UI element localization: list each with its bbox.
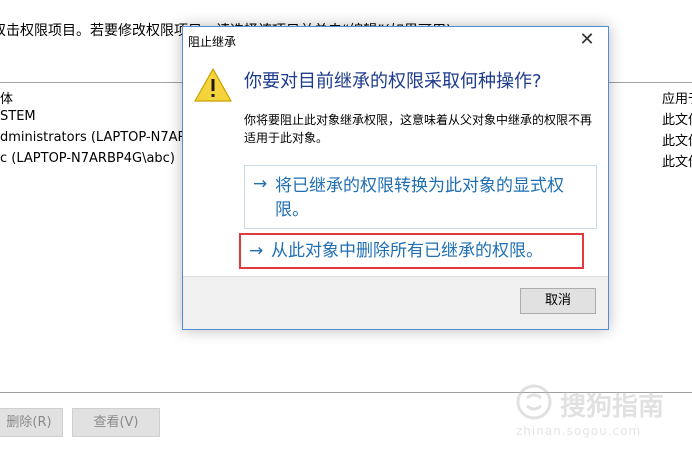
watermark-url: zhinan.sogou.com [516, 424, 642, 438]
permission-row[interactable]: c (LAPTOP-N7ARBP4G\abc) [0, 151, 175, 166]
permission-row[interactable]: STEM [0, 109, 36, 124]
close-icon[interactable]: ✕ [576, 29, 598, 51]
content-text: 你将要阻止此对象继承权限，这意味着从父对象中继承的权限不再适用于此对象。 [244, 113, 593, 145]
permission-applies: 此文件夹 [662, 155, 692, 170]
warning-icon [194, 68, 232, 102]
sogou-watermark: 搜狗指南 zhinan.sogou.com [516, 384, 686, 444]
dialog-title-bar: 阻止继承 ✕ [183, 27, 608, 56]
arrow-right-icon: → [249, 241, 264, 261]
block-inheritance-dialog: 阻止继承 ✕ 你要对目前继承的权限采取何种操作? 你将要阻止此对象继承权限，这意… [182, 26, 609, 330]
option-label: 将已继承的权限转换为此对象的显式权限。 [275, 176, 564, 220]
remove-button[interactable]: 删除(R) [0, 408, 63, 437]
dialog-title: 阻止继承 [188, 35, 237, 49]
main-instruction: 你要对目前继承的权限采取何种操作? [244, 71, 542, 92]
remove-inherited-permissions-link[interactable]: → 从此对象中删除所有已继承的权限。 [239, 233, 584, 269]
column-header-principal[interactable]: 体 [0, 88, 13, 107]
column-header-applies-to[interactable]: 应用于 [662, 88, 692, 107]
watermark-text: 搜狗指南 [560, 392, 665, 422]
option-label: 从此对象中删除所有已继承的权限。 [271, 241, 543, 261]
permission-applies: 此文件夹 [662, 113, 692, 128]
convert-inherited-permissions-link[interactable]: → 将已继承的权限转换为此对象的显式权限。 [244, 165, 597, 229]
sogou-logo-icon [516, 384, 552, 420]
cancel-button[interactable]: 取消 [520, 288, 596, 314]
arrow-right-icon: → [253, 174, 268, 194]
permission-applies: 此文件夹 [662, 134, 692, 149]
dialog-footer: 取消 [183, 276, 608, 329]
view-button[interactable]: 查看(V) [72, 408, 160, 437]
